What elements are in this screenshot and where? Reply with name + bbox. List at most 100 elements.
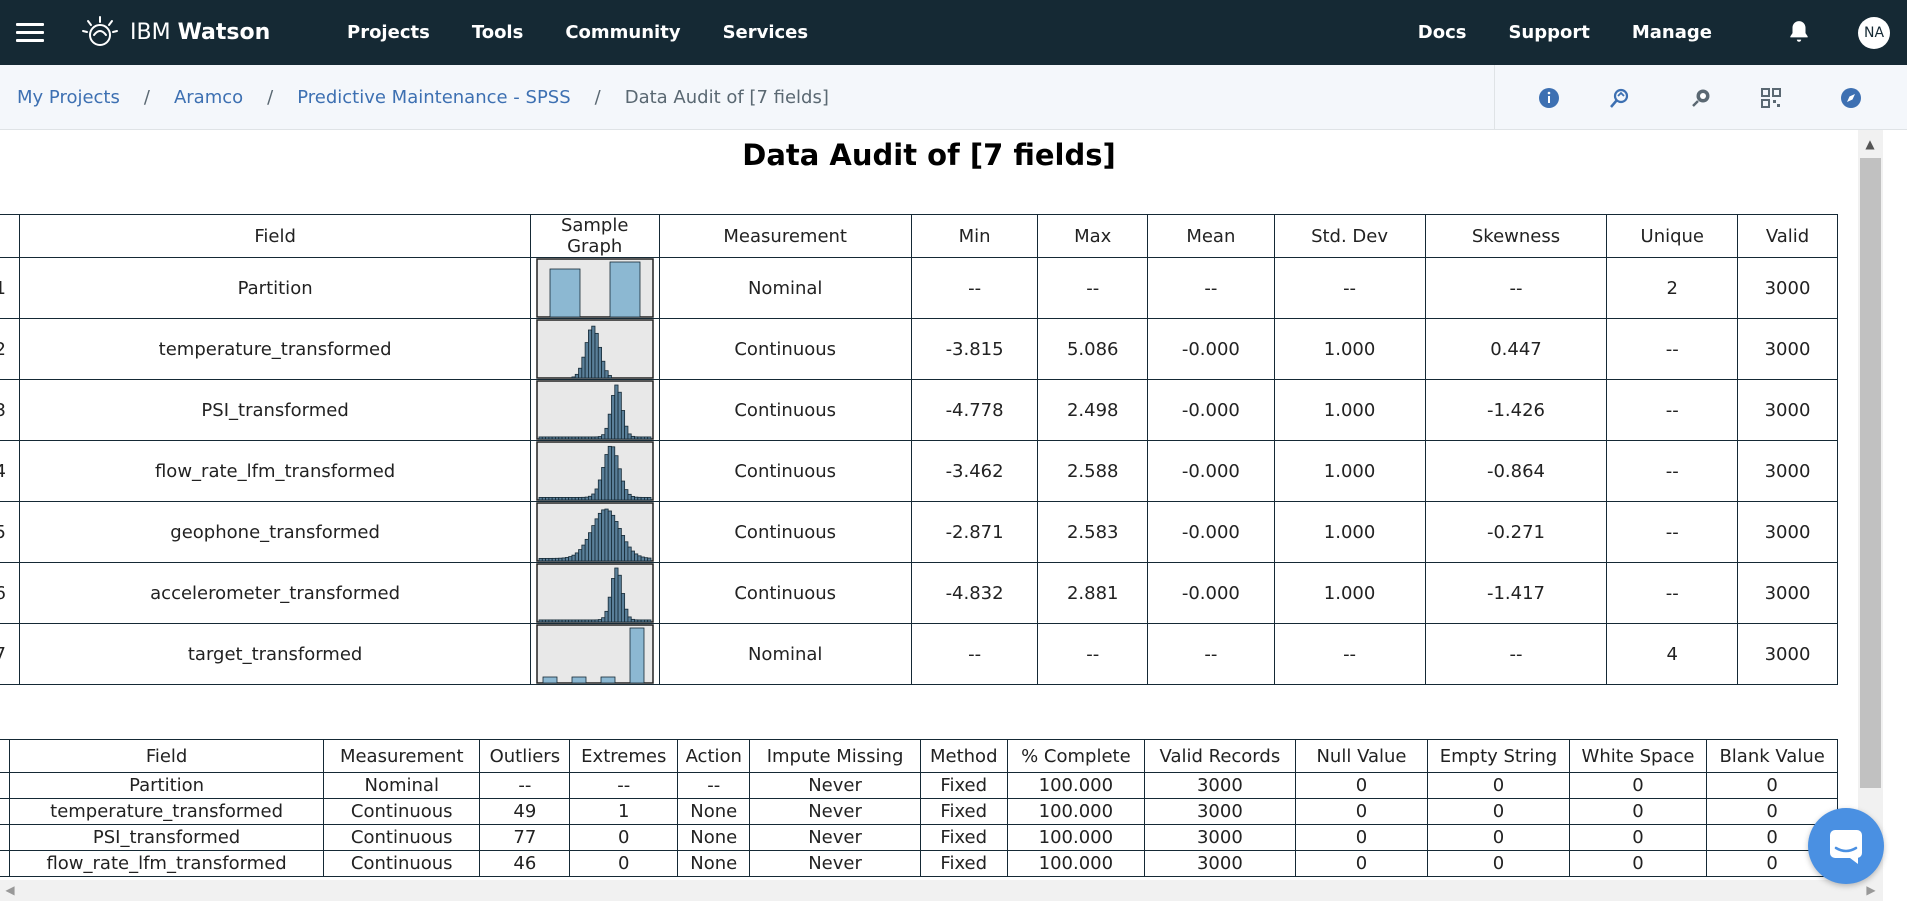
scroll-up-arrow-icon[interactable]: ▲ — [1862, 136, 1878, 152]
graph-bar — [571, 376, 576, 379]
cell-measurement: Continuous — [658, 379, 912, 441]
graph-bar — [604, 610, 609, 623]
col-header: Outliers — [479, 739, 571, 773]
cell-unique: -- — [1606, 318, 1739, 380]
cell-max: 2.498 — [1037, 379, 1149, 441]
brand-name: Watson — [177, 19, 271, 45]
graph-bar — [617, 528, 622, 562]
graph-bar — [609, 261, 641, 318]
graph-bar — [597, 436, 602, 440]
col-header: Method — [919, 739, 1008, 773]
table-cell: -- — [479, 772, 571, 799]
col-header: Valid Records — [1144, 739, 1296, 773]
cell-max: -- — [1037, 257, 1149, 319]
field-name: Partition — [9, 772, 325, 799]
graph-background — [535, 563, 654, 623]
cell-measurement: Continuous — [658, 440, 912, 502]
table-cell: 0 — [1427, 798, 1570, 825]
col-header: Action — [677, 739, 751, 773]
cell-unique: -- — [1606, 562, 1739, 624]
table-cell: 3000 — [1144, 772, 1296, 799]
scroll-left-arrow-icon[interactable]: ◀ — [2, 882, 18, 898]
graph-bar — [646, 557, 652, 562]
graph-bar — [548, 557, 553, 562]
graph-bar — [551, 497, 556, 501]
graph-bar — [567, 619, 573, 623]
table-row: 7 target_transformed Nominal -- -- -- -- -- 4 300… — [0, 623, 1838, 685]
nav-services[interactable]: Services — [723, 22, 809, 43]
graph-bar — [594, 619, 599, 623]
graph-bar — [554, 619, 559, 623]
table-cell: Fixed — [919, 850, 1008, 877]
row-index: 3 — [0, 379, 21, 441]
user-avatar[interactable]: NA — [1858, 17, 1890, 49]
notification-bell-icon[interactable] — [1786, 19, 1812, 45]
graph-bar — [554, 497, 559, 501]
col-header: Min — [910, 214, 1039, 258]
field-name: temperature_transformed — [19, 318, 531, 380]
breadcrumb-predictive-maintenance[interactable]: Predictive Maintenance - SPSS — [297, 87, 570, 108]
graph-bar — [584, 342, 589, 379]
breadcrumb-my-projects[interactable]: My Projects — [17, 87, 120, 108]
nav-manage[interactable]: Manage — [1632, 22, 1712, 43]
sample-graph — [535, 319, 654, 379]
graph-bar — [600, 360, 605, 379]
graph-bar — [617, 391, 622, 440]
nav-projects[interactable]: Projects — [347, 22, 430, 43]
graph-bar — [548, 497, 553, 501]
graph-bar — [630, 435, 635, 440]
compass-icon[interactable] — [1839, 86, 1863, 110]
brand[interactable]: IBM Watson — [80, 14, 270, 50]
scrollbar-thumb[interactable] — [1860, 158, 1881, 788]
refresh-search-icon[interactable] — [1607, 86, 1631, 110]
graph-bar — [571, 436, 576, 440]
graph-bar — [571, 554, 576, 562]
graph-bar — [600, 509, 605, 562]
chat-search-icon[interactable] — [1689, 86, 1713, 110]
col-header: Empty String — [1427, 739, 1570, 773]
graph-bar — [597, 512, 602, 562]
table-row: 4flow_rate_lfm_transformedContinuous460N… — [0, 850, 1838, 877]
cell-valid: 3000 — [1737, 379, 1838, 441]
sample-graph — [535, 441, 654, 501]
graph-bar — [610, 446, 615, 501]
table-cell: 100.000 — [1006, 850, 1146, 877]
nav-community[interactable]: Community — [565, 22, 680, 43]
horizontal-scrollbar[interactable]: ◀ ▶ — [0, 880, 1883, 901]
graph-bar — [629, 627, 645, 684]
qr-code-icon[interactable] — [1759, 86, 1783, 110]
graph-bar — [614, 521, 619, 562]
graph-bar — [607, 596, 612, 623]
graph-bar — [620, 480, 625, 501]
nav-docs[interactable]: Docs — [1418, 22, 1467, 43]
cell-skew: -0.271 — [1424, 501, 1608, 563]
nav-support[interactable]: Support — [1508, 22, 1589, 43]
cell-std: 1.000 — [1273, 318, 1426, 380]
graph-bar — [590, 493, 596, 501]
graph-bar — [587, 495, 592, 501]
table-cell: 100.000 — [1006, 772, 1146, 799]
row-index: 5 — [0, 501, 21, 563]
vertical-scrollbar[interactable]: ▲ ▼ — [1858, 130, 1883, 880]
nav-tools[interactable]: Tools — [472, 22, 524, 43]
table-cell: Fixed — [919, 798, 1008, 825]
graph-bar — [607, 510, 612, 562]
cell-max: 2.583 — [1037, 501, 1149, 563]
scroll-right-arrow-icon[interactable]: ▶ — [1863, 882, 1879, 898]
cell-min: -3.462 — [910, 440, 1039, 502]
field-name: target_transformed — [19, 623, 531, 685]
table-cell: 0 — [1568, 798, 1708, 825]
hamburger-menu-icon[interactable] — [16, 23, 44, 43]
sample-graph — [535, 380, 654, 440]
table-row: 6 accelerometer_transformed Continuous -4.8… — [0, 562, 1838, 624]
graph-bar — [581, 436, 586, 440]
graph-bar — [581, 544, 586, 562]
sample-graph-cell — [529, 501, 660, 563]
cell-skew: -- — [1424, 257, 1608, 319]
breadcrumb-aramco[interactable]: Aramco — [174, 87, 243, 108]
graph-bar — [604, 508, 609, 562]
chat-support-button[interactable] — [1808, 808, 1884, 884]
info-icon[interactable] — [1537, 86, 1561, 110]
row-index: 3 — [0, 824, 11, 851]
graph-bar — [633, 619, 638, 623]
